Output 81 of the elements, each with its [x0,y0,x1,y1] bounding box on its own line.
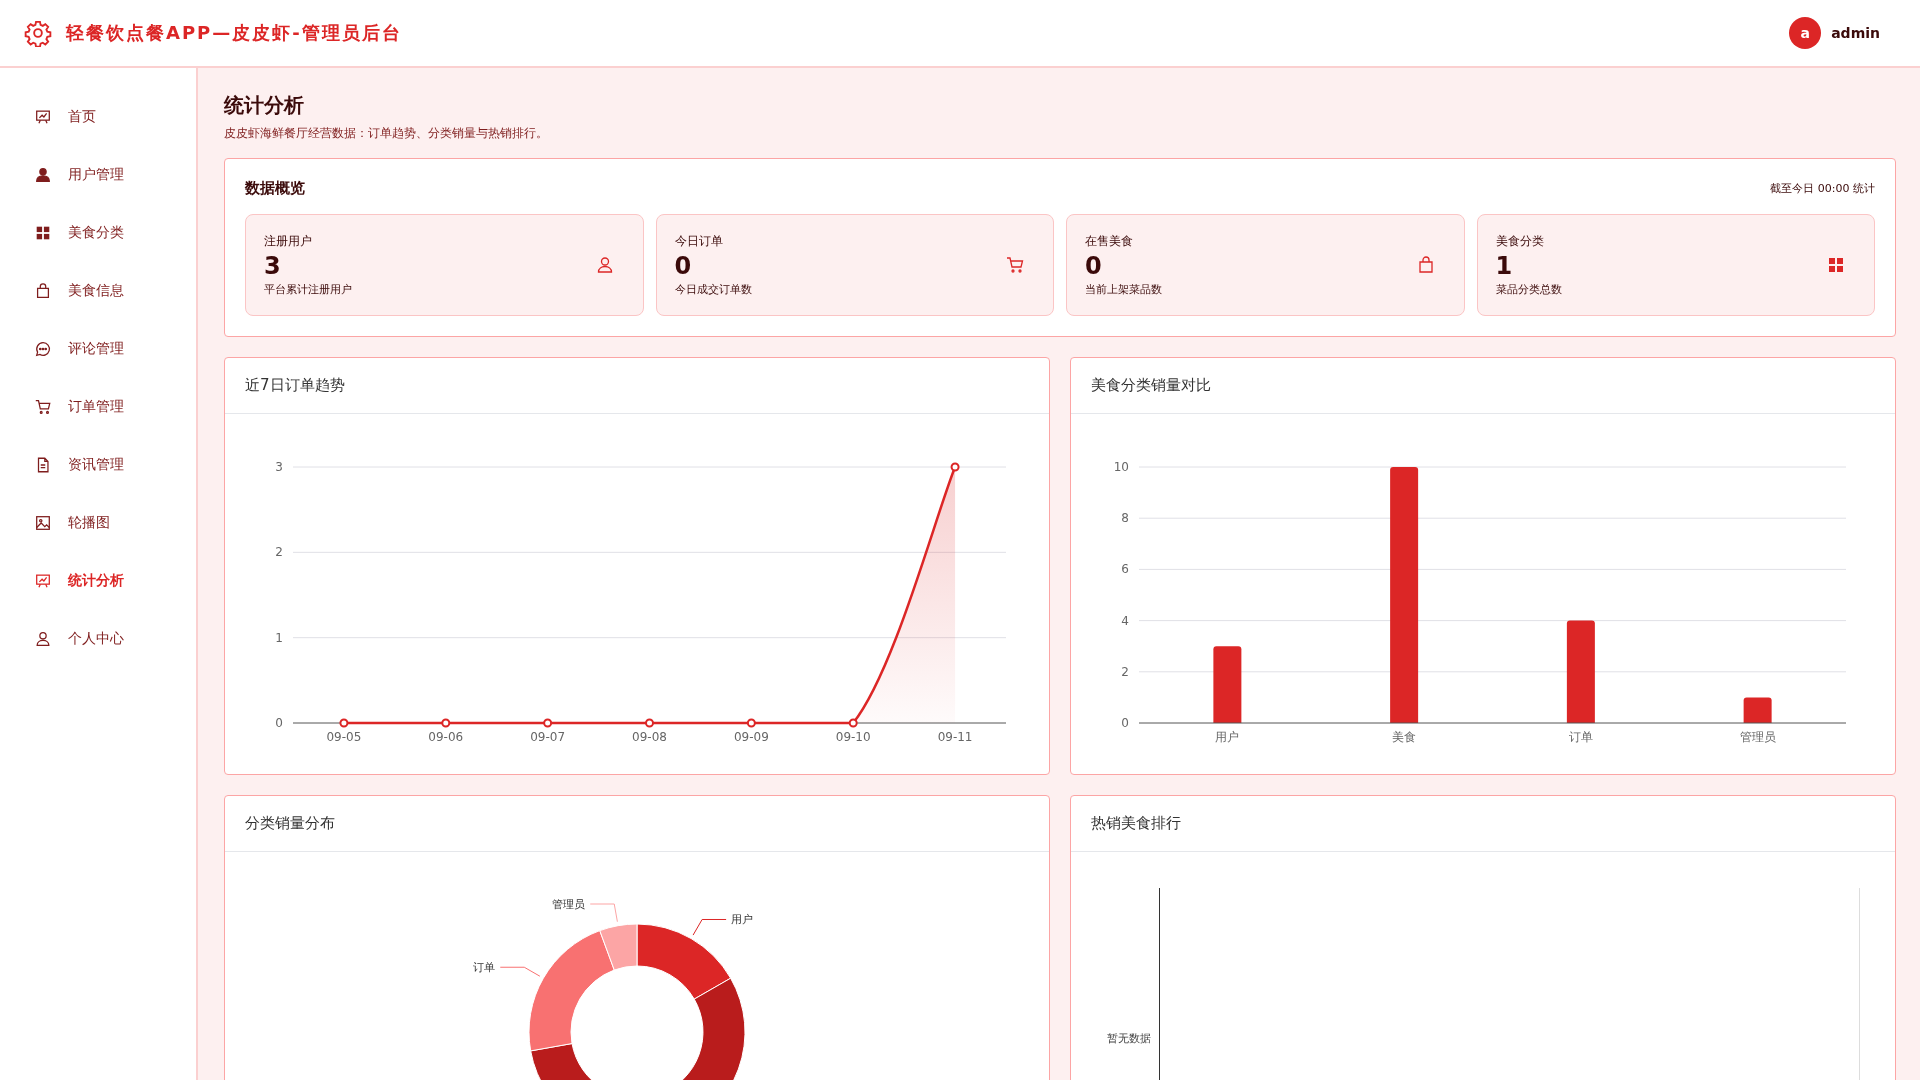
chat-icon [34,340,52,358]
axis-tick-label: 0 [1121,716,1129,730]
axis-tick-label: 09-05 [326,730,362,744]
image-icon [34,514,52,532]
panel-title: 分类销量分布 [245,814,335,833]
settings-icon [24,19,52,47]
panel-title: 近7日订单趋势 [245,376,345,395]
data-point [848,718,858,728]
sidebar-item[interactable]: 美食信息 [0,262,196,320]
bag-icon [34,282,52,300]
axis-tick-label: 美食 [1392,730,1417,744]
axis-tick-label: 09-09 [733,730,769,744]
axis-tick-label: 09-07 [530,730,566,744]
axis-tick-label: 2 [1121,664,1129,679]
leader-line [692,919,727,936]
sidebar-item[interactable]: 资讯管理 [0,436,196,494]
stat-caption: 菜品分类总数 [1495,282,1562,297]
stat-label: 注册用户 [264,233,313,250]
stat-label: 美食分类 [1495,233,1545,250]
data-point [950,462,960,472]
sidebar-item[interactable]: 订单管理 [0,378,196,436]
axis-tick-label: 1 [275,630,283,645]
stat-caption: 今日成交订单数 [674,282,752,297]
section-title: 数据概览 [245,179,305,198]
sidebar-item[interactable]: 首页 [0,88,196,146]
axis-tick-label: 4 [1121,613,1129,628]
stat-value: 0 [674,252,693,280]
axis-tick-label: 管理员 [1739,730,1776,744]
cart-icon [1005,255,1025,275]
axis-tick-label: 0 [275,716,283,730]
panel-title: 热销美食排行 [1091,814,1181,833]
data-point [645,718,654,728]
data-point [746,718,756,728]
axis-tick-label: 用户 [1215,730,1240,744]
axis-tick-label: 09-06 [428,730,464,744]
slice-label: 订单 [473,961,496,975]
data-point [543,718,553,728]
user-icon [34,630,52,648]
page-title: 统计分析 [224,92,305,119]
sidebar-item[interactable]: 美食分类 [0,204,196,262]
data-point [339,718,349,728]
stat-value: 0 [1085,252,1103,280]
empty-label: 暂无数据 [1107,1030,1151,1046]
slice-label: 管理员 [552,898,586,911]
bar [1743,697,1772,723]
axis-tick-label: 8 [1121,511,1129,526]
axis-tick-label: 6 [1121,562,1129,577]
panel-title: 美食分类销量对比 [1091,376,1211,395]
page-subtitle: 皮皮虾海鲜餐厅经营数据：订单趋势、分类销量与热销排行。 [224,125,549,142]
stat-value: 1 [1495,252,1514,280]
sidebar-item[interactable]: 轮播图 [0,494,196,552]
axis-tick-label: 09-10 [835,730,871,744]
stat-label: 在售美食 [1085,233,1134,250]
leader-line [589,903,618,923]
axis-tick-label: 订单 [1568,730,1593,744]
sidebar-item[interactable]: 个人中心 [0,610,196,668]
stat-value: 3 [264,252,282,280]
username[interactable]: admin [1831,25,1880,41]
data-point [441,718,451,728]
sidebar-item[interactable]: 统计分析 [0,552,196,610]
axis-tick-label: 10 [1113,460,1129,474]
grid-icon [34,224,52,242]
stats-note: 截至今日 00:00 统计 [1770,181,1875,196]
stat-caption: 平台累计注册用户 [264,282,352,297]
chart-board-icon [34,108,52,126]
axis-tick-label: 09-11 [937,730,973,744]
axis-tick-label: 09-08 [632,730,667,744]
avatar[interactable]: a [1789,17,1822,49]
slice-label: 用户 [731,913,754,927]
grid-icon [1826,255,1846,275]
cart-icon [34,398,52,416]
sidebar-item[interactable]: 用户管理 [0,146,196,204]
axis-tick-label: 3 [275,460,283,474]
stat-caption: 当前上架菜品数 [1085,282,1162,297]
app-title: 轻餐饮点餐APP—皮皮虾-管理员后台 [66,21,402,45]
sidebar-item[interactable]: 评论管理 [0,320,196,378]
user-icon [34,166,52,184]
axis-tick-label: 2 [275,545,283,560]
chart-board-icon [34,572,52,590]
stat-label: 今日订单 [674,233,724,250]
leader-line [499,966,541,977]
